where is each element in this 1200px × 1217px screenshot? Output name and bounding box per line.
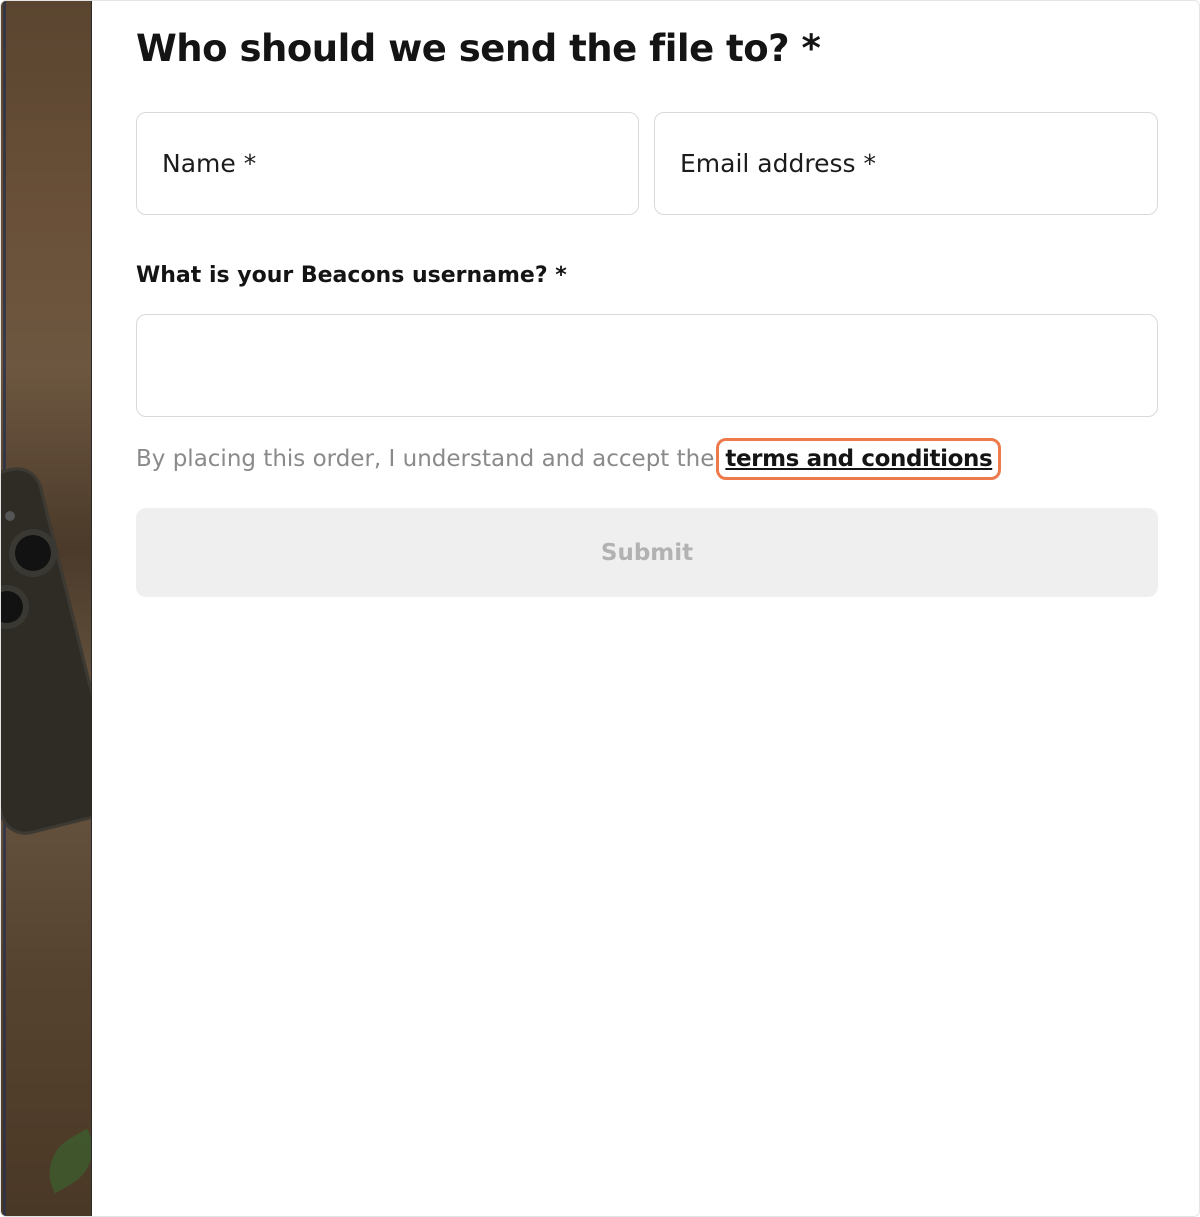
- username-input[interactable]: [136, 314, 1158, 417]
- submit-button[interactable]: Submit: [136, 508, 1158, 597]
- camera-flash-image: [5, 511, 15, 521]
- page-frame: Who should we send the file to? * Name *…: [0, 0, 1200, 1217]
- form-heading: Who should we send the file to? *: [136, 27, 821, 70]
- camera-lens-image: [15, 535, 51, 571]
- plant-leaf-image: [35, 1128, 91, 1194]
- name-field[interactable]: Name *: [136, 112, 639, 215]
- terms-and-conditions-link[interactable]: terms and conditions: [716, 438, 1002, 480]
- email-field-placeholder: Email address *: [680, 149, 876, 178]
- name-field-placeholder: Name *: [162, 149, 257, 178]
- username-label: What is your Beacons username? *: [136, 263, 567, 288]
- email-field[interactable]: Email address *: [654, 112, 1158, 215]
- background-photo-strip: [1, 1, 92, 1216]
- terms-prefix-text: By placing this order, I understand and …: [136, 446, 715, 472]
- terms-notice: By placing this order, I understand and …: [136, 438, 1002, 480]
- phone-image: [1, 461, 91, 841]
